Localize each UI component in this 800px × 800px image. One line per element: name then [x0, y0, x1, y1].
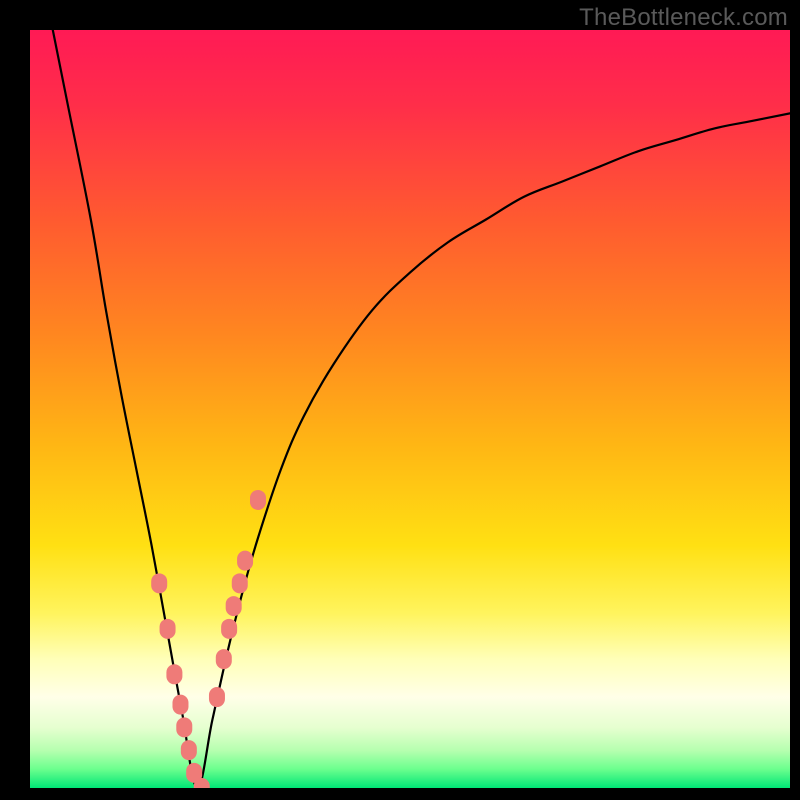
- curve-layer: [30, 30, 790, 788]
- marker-dot: [160, 619, 176, 639]
- bottleneck-curve: [53, 30, 790, 788]
- marker-dot: [216, 649, 232, 669]
- marker-dot: [151, 573, 167, 593]
- chart-frame: TheBottleneck.com: [0, 0, 800, 800]
- plot-area: [30, 30, 790, 788]
- marker-dot: [221, 619, 237, 639]
- watermark-text: TheBottleneck.com: [579, 4, 788, 32]
- marker-dot: [181, 740, 197, 760]
- marker-dot: [176, 717, 192, 737]
- marker-dot: [250, 490, 266, 510]
- marker-dot: [232, 573, 248, 593]
- marker-dot: [226, 596, 242, 616]
- marker-dot: [209, 687, 225, 707]
- marker-dot: [172, 695, 188, 715]
- marker-dot: [237, 551, 253, 571]
- marker-dot: [166, 664, 182, 684]
